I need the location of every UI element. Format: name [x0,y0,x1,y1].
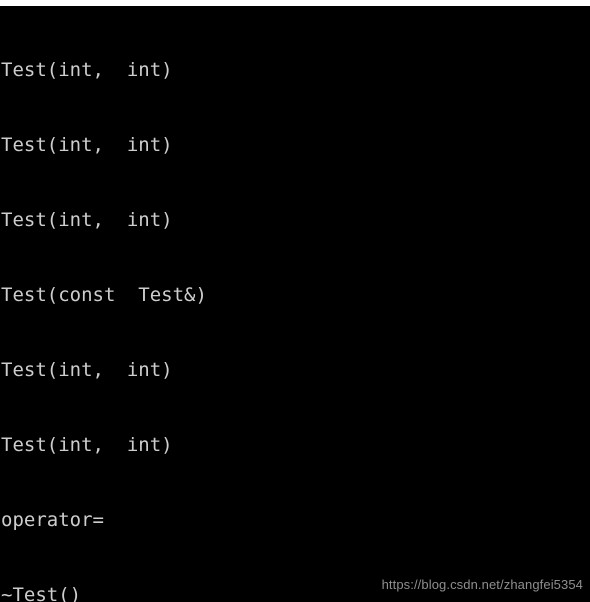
console-line: ~Test() [1,584,82,602]
console-line: Test(int, int) [1,134,173,156]
console-line: Test(const Test&) [1,284,207,306]
console-line: Test(int, int) [1,209,173,231]
console-output-area: Test(int, int) Test(int, int) Test(int, … [0,6,590,602]
console-line: Test(int, int) [1,359,173,381]
console-window: Test(int, int) Test(int, int) Test(int, … [0,0,590,602]
console-line: Test(int, int) [1,434,173,456]
console-line: Test(int, int) [1,59,173,81]
console-line: operator= [1,509,104,531]
